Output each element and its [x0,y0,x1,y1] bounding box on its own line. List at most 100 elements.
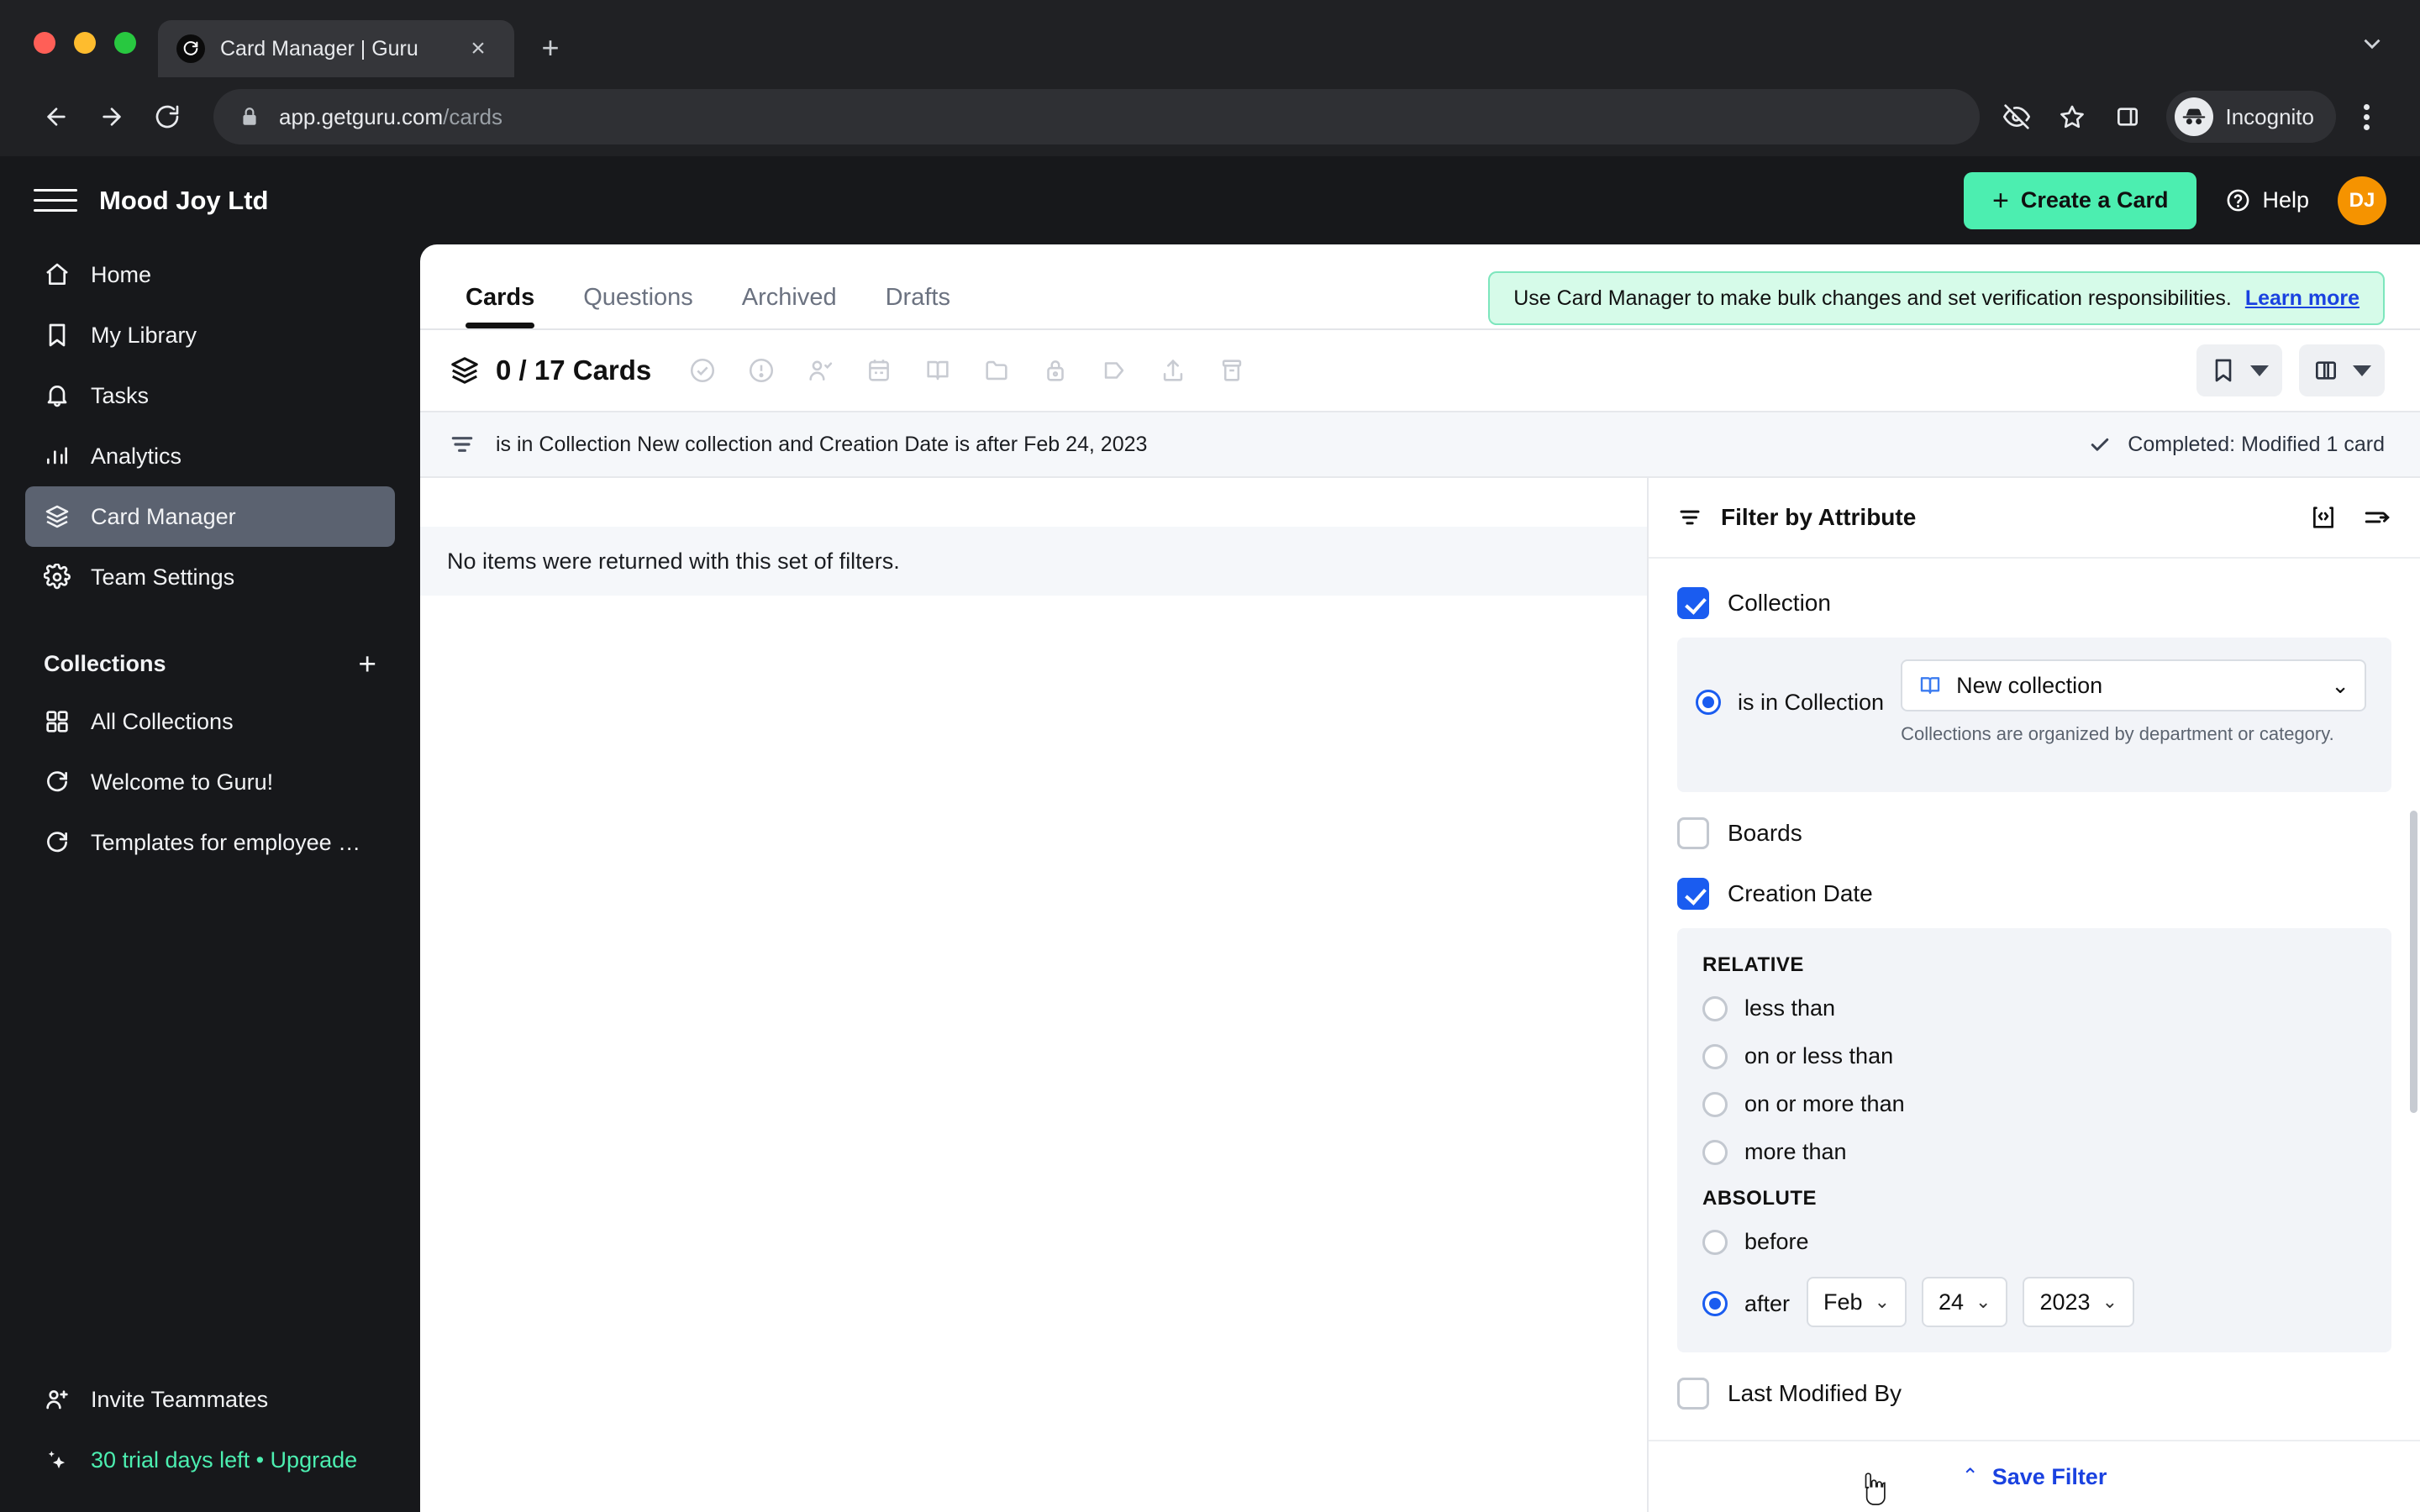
browser-tabstrip: Card Manager | Guru × + [0,0,2420,77]
maximize-window-button[interactable] [114,32,136,54]
relative-option-less-than[interactable]: less than [1702,995,2366,1021]
collection-filter-toggle[interactable]: Collection [1677,587,2391,619]
open-book-icon[interactable] [915,348,960,393]
absolute-option-after[interactable]: after Feb ⌄ 24 ⌄ 2023 ⌄ [1702,1277,2366,1331]
sidebar-item-all-collections[interactable]: All Collections [25,691,395,752]
incognito-profile-button[interactable]: Incognito [2166,91,2336,143]
reload-button[interactable] [139,89,195,144]
sidebar-footer: Invite Teammates 30 trial days left • Up… [25,1369,395,1512]
check-icon [2091,438,2109,451]
create-card-button[interactable]: + Create a Card [1964,171,2197,229]
day-select[interactable]: 24 ⌄ [1922,1277,2008,1327]
on-or-less-than-radio[interactable] [1702,1043,1728,1069]
is-in-collection-radio[interactable] [1696,690,1721,715]
close-window-button[interactable] [34,32,55,54]
grid-icon [46,711,68,732]
boards-filter-toggle[interactable]: Boards [1677,817,2391,849]
sidebar-item-label: Team Settings [91,564,235,590]
tag-icon[interactable] [1092,348,1137,393]
eye-slash-icon[interactable] [1991,92,2042,142]
creation-date-label: Creation Date [1728,880,1873,906]
relative-group-label: RELATIVE [1702,953,1804,976]
is-in-collection-row[interactable]: is in Collection New collection ⌄ Collec… [1696,659,2366,745]
side-panel-icon[interactable] [2102,92,2153,142]
filter-icon [449,431,476,458]
lock-icon [239,106,260,128]
tab-drafts[interactable]: Drafts [886,284,950,328]
forward-button[interactable] [84,89,139,144]
creation-date-filter-toggle[interactable]: Creation Date [1677,878,2391,910]
lock-icon[interactable] [1033,348,1078,393]
back-button[interactable] [29,89,84,144]
columns-button[interactable] [2299,344,2385,396]
relative-option-on-or-less-than[interactable]: on or less than [1702,1043,2366,1069]
sidebar-item-team-settings[interactable]: Team Settings [25,547,395,607]
bookmark-star-icon[interactable] [2047,92,2097,142]
url-host: app.getguru.com [279,103,444,129]
collapse-panel-icon[interactable] [2363,503,2391,532]
tab-questions[interactable]: Questions [583,284,693,328]
last-modified-by-checkbox[interactable] [1677,1378,1709,1410]
save-filter-button[interactable]: Save Filter [1992,1464,2107,1490]
tab-cards[interactable]: Cards [466,284,535,328]
minimize-window-button[interactable] [74,32,96,54]
close-tab-button[interactable]: × [460,31,496,66]
sidebar-item-templates[interactable]: Templates for employee … [25,812,395,873]
question-circle-icon [2228,189,2249,212]
sidebar-item-welcome-to-guru[interactable]: Welcome to Guru! [25,752,395,812]
menu-toggle-button[interactable] [34,179,77,223]
tabstrip-chevron-down-icon[interactable] [2358,29,2386,62]
filter-panel-scrollbar[interactable] [2410,811,2417,1113]
folder-icon[interactable] [974,348,1019,393]
help-button[interactable]: Help [2225,187,2309,213]
sidebar-item-analytics[interactable]: Analytics [25,426,395,486]
sidebar-item-home[interactable]: Home [25,244,395,305]
saved-views-button[interactable] [2196,344,2282,396]
less-than-radio[interactable] [1702,995,1728,1021]
sidebar-item-my-library[interactable]: My Library [25,305,395,365]
chevron-up-icon: ⌃ [1961,1465,1979,1488]
browser-tab[interactable]: Card Manager | Guru × [158,20,514,77]
last-modified-by-filter-toggle[interactable]: Last Modified By [1677,1378,2391,1410]
on-or-more-than-radio[interactable] [1702,1091,1728,1117]
new-tab-button[interactable]: + [533,30,568,66]
url-bar[interactable]: app.getguru.com/cards [213,89,1981,144]
year-select[interactable]: 2023 ⌄ [2023,1277,2134,1327]
gear-icon [44,564,71,590]
learn-more-link[interactable]: Learn more [2245,286,2360,311]
relative-option-on-or-more-than[interactable]: on or more than [1702,1091,2366,1117]
before-radio[interactable] [1702,1229,1728,1255]
is-in-collection-label: is in Collection [1738,689,1885,715]
assign-user-icon[interactable] [797,348,843,393]
creation-date-checkbox[interactable] [1677,878,1709,910]
browser-menu-button[interactable] [2341,92,2391,142]
bell-icon [47,386,67,407]
sidebar-item-card-manager[interactable]: Card Manager [25,486,395,547]
sidebar-item-label: Card Manager [91,503,236,529]
collection-select[interactable]: New collection ⌄ [1901,659,2366,711]
add-collection-button[interactable]: + [358,648,376,680]
after-radio[interactable] [1702,1291,1728,1316]
tab-archived[interactable]: Archived [742,284,837,328]
upgrade-trial-button[interactable]: 30 trial days left • Upgrade [25,1430,395,1490]
absolute-option-before[interactable]: before [1702,1229,2366,1255]
more-than-radio[interactable] [1702,1139,1728,1165]
url-text: app.getguru.com/cards [279,104,502,130]
verify-check-icon[interactable] [680,348,725,393]
filter-panel-body[interactable]: Collection is in Collection New collecti… [1649,559,2420,1440]
sidebar-item-tasks[interactable]: Tasks [25,365,395,426]
calendar-icon[interactable] [856,348,902,393]
last-modified-by-label: Last Modified By [1728,1380,1902,1406]
code-snippet-icon[interactable] [2309,503,2338,532]
invite-teammates-button[interactable]: Invite Teammates [25,1369,395,1430]
month-select[interactable]: Feb ⌄ [1807,1277,1907,1327]
unverify-warning-icon[interactable] [739,348,784,393]
org-name: Mood Joy Ltd [99,185,269,215]
boards-checkbox[interactable] [1677,817,1709,849]
share-upload-icon[interactable] [1150,348,1196,393]
relative-option-more-than[interactable]: more than [1702,1139,2366,1165]
collection-checkbox[interactable] [1677,587,1709,619]
archive-icon[interactable] [1209,348,1255,393]
avatar[interactable]: DJ [2338,176,2386,225]
trial-label: 30 trial days left • Upgrade [91,1446,358,1473]
